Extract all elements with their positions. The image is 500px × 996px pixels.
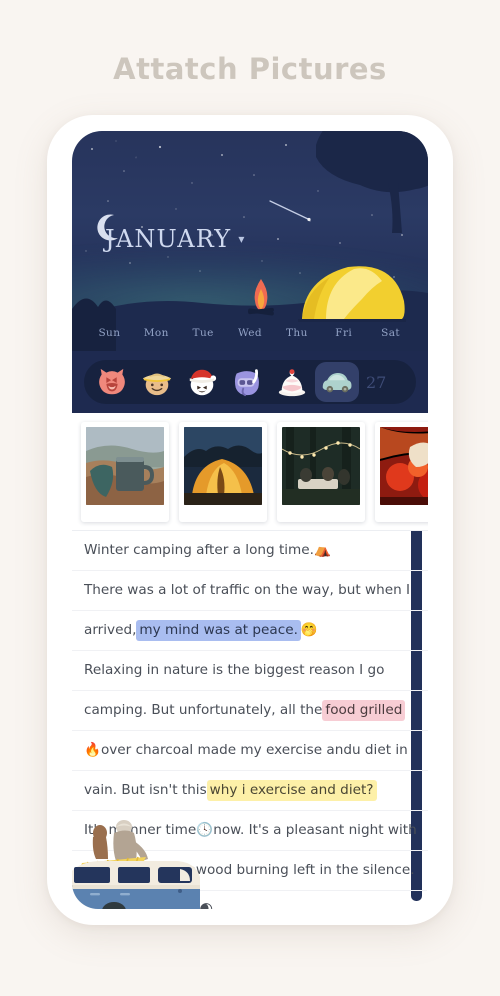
month-label: JANUARY — [105, 225, 232, 253]
weekday-sun: Sun — [98, 327, 121, 339]
cake-slice-sticker[interactable] — [270, 362, 314, 402]
clock-emoji: 🕓 — [196, 822, 214, 839]
cake-slice-icon — [278, 369, 306, 397]
fire-emoji: 🔥 — [84, 742, 101, 759]
page-title: Attatch Pictures — [113, 52, 387, 86]
photo-yellow-tent[interactable] — [179, 422, 267, 522]
photo-thumbnail — [184, 427, 262, 505]
photo-strip[interactable] — [72, 413, 428, 531]
phone-frame: JANUARY ▾ Sun Mon Tue Wed Thu Fri Sat 27… — [47, 115, 453, 925]
weekday-thu: Thu — [286, 327, 308, 339]
chevron-down-icon[interactable]: ▾ — [238, 232, 245, 246]
blue-car-sticker[interactable] — [315, 362, 359, 402]
photo-string-lights[interactable] — [277, 422, 365, 522]
note-text: Relaxing in nature is the biggest reason… — [84, 662, 385, 679]
note-line[interactable]: Winter camping after a long time. ⛺ — [72, 531, 428, 571]
note-line[interactable]: It's manner time 🕓 now. It's a pleasant n… — [72, 811, 428, 851]
camping-mug-image — [86, 427, 164, 505]
snorkel-mask-icon — [234, 369, 259, 397]
phone-screen: JANUARY ▾ Sun Mon Tue Wed Thu Fri Sat 27… — [72, 131, 428, 909]
note-body: Winter camping after a long time. ⛺ There… — [72, 413, 428, 909]
note-line[interactable]: the sound of firewood burning left in th… — [72, 851, 428, 891]
note-text: camping. But unfortunately, all the — [84, 702, 323, 719]
note-text: arrived, — [84, 622, 137, 639]
straw-hat-face-icon — [142, 373, 172, 396]
santa-face-sticker[interactable] — [180, 362, 224, 402]
note-text: Good night — [124, 902, 199, 909]
weekday-fri: Fri — [335, 327, 353, 339]
note-text: now. It's a pleasant night with — [213, 822, 417, 839]
tent-illustration — [298, 266, 406, 322]
highlight-pink: food grilled — [322, 700, 406, 721]
note-text: vain. But isn't this — [84, 782, 207, 799]
string-lights-image — [282, 427, 360, 505]
sticker-bar-container: 27 — [72, 351, 428, 413]
embers-image — [380, 427, 428, 505]
note-text: the sound of firewood burning left in th… — [84, 862, 415, 879]
photo-camping-mug[interactable] — [81, 422, 169, 522]
car-icon — [322, 373, 352, 393]
note-line[interactable]: vain. But isn't this why i exercise and … — [72, 771, 428, 811]
note-line[interactable]: There was a lot of traffic on the way, b… — [72, 571, 428, 611]
note-line[interactable]: Relaxing in nature is the biggest reason… — [72, 651, 428, 691]
calendar-header: JANUARY ▾ Sun Mon Tue Wed Thu Fri Sat — [72, 131, 428, 351]
straw-hat-face-sticker[interactable] — [135, 362, 179, 402]
weekday-row: Sun Mon Tue Wed Thu Fri Sat — [72, 327, 428, 339]
weekday-sat: Sat — [381, 327, 401, 339]
pink-cat-face-icon — [99, 368, 125, 395]
santa-face-icon — [189, 369, 217, 396]
day-number: 27 — [366, 372, 387, 392]
note-line[interactable]: camping. But unfortunately, all the food… — [72, 691, 428, 731]
sticker-bar: 27 — [84, 360, 416, 404]
tent-emoji: ⛺ — [313, 542, 331, 559]
note-text: Winter camping after a long time. — [84, 542, 314, 559]
face-emoji: 🤭 — [300, 622, 318, 639]
month-selector[interactable]: JANUARY ▾ — [105, 225, 246, 253]
weekday-wed: Wed — [237, 327, 263, 339]
highlight-blue: my mind was at peace. — [136, 620, 301, 641]
weekday-tue: Tue — [192, 327, 214, 339]
note-line[interactable]: arrived, my mind was at peace. 🤭 — [72, 611, 428, 651]
photo-thumbnail — [282, 427, 360, 505]
snorkel-mask-sticker[interactable] — [225, 362, 269, 402]
weekday-mon: Mon — [143, 327, 169, 339]
photo-thumbnail — [380, 427, 428, 505]
photo-embers[interactable] — [375, 422, 428, 522]
note-line[interactable]: Good night 🌒 — [72, 891, 428, 909]
note-lines[interactable]: Winter camping after a long time. ⛺ There… — [72, 531, 428, 909]
highlight-yellow: why i exercise and diet? — [206, 780, 377, 801]
waning-moon-emoji: 🌒 — [199, 902, 213, 909]
note-text: It's manner time — [84, 822, 197, 839]
photo-thumbnail — [86, 427, 164, 505]
pink-cat-face-sticker[interactable] — [90, 362, 134, 402]
campfire-illustration — [248, 279, 274, 316]
note-text: There was a lot of traffic on the way, b… — [84, 582, 411, 599]
yellow-tent-image — [184, 427, 262, 505]
note-line[interactable]: 🔥 over charcoal made my exercise andu di… — [72, 731, 428, 771]
tree-decoration — [316, 131, 428, 233]
note-text: over charcoal made my exercise andu diet… — [100, 742, 408, 759]
